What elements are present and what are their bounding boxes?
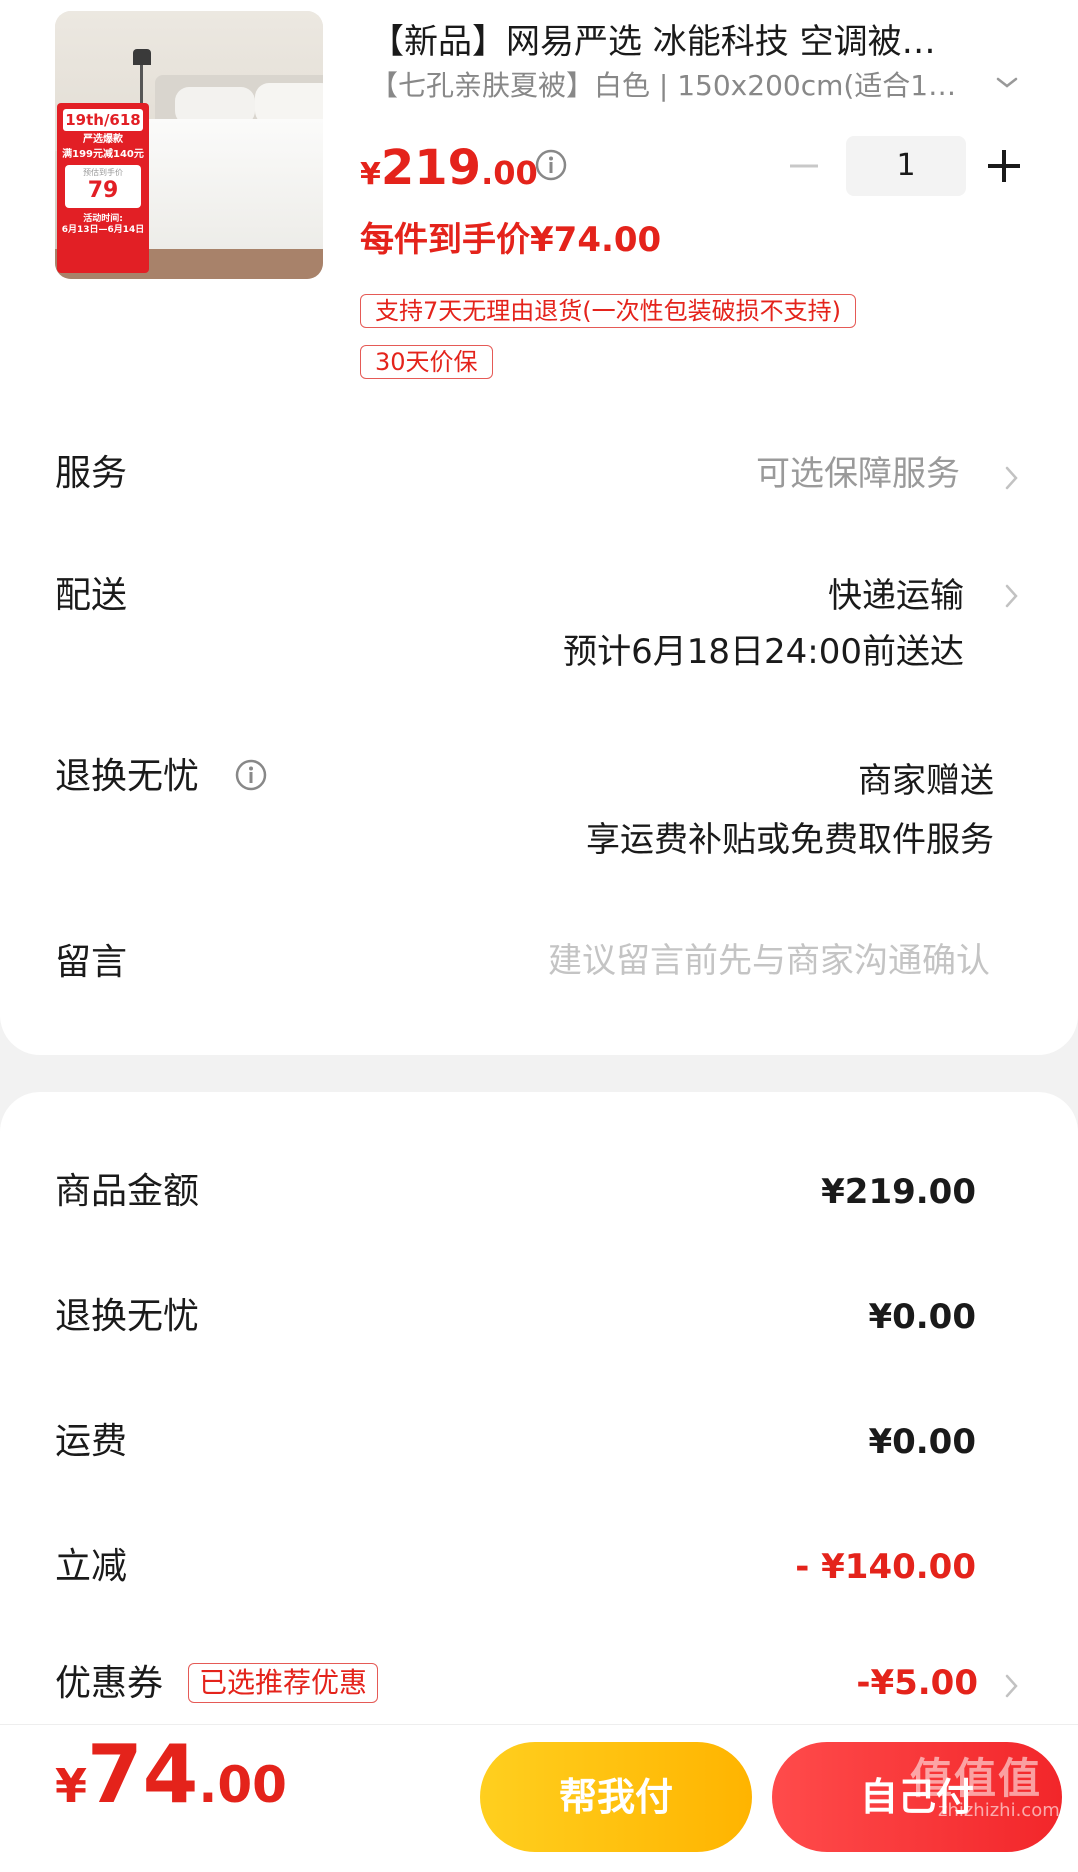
watermark-logo: 值值值 bbox=[910, 1754, 1043, 1803]
discount-label: 立减 bbox=[55, 1546, 128, 1587]
promo-box-label: 预估到手价 bbox=[83, 168, 123, 177]
each-item-price: 每件到手价¥74.00 bbox=[360, 220, 662, 260]
chevron-right-icon[interactable] bbox=[998, 1668, 1024, 1704]
promo-price-box: 预估到手价 79 bbox=[65, 165, 141, 208]
delivery-label: 配送 bbox=[55, 575, 128, 616]
returns-value: 商家赠送 bbox=[858, 761, 994, 801]
promo-date-label: 活动时间: bbox=[83, 214, 123, 224]
info-icon[interactable] bbox=[534, 148, 568, 182]
price-protection-tag: 30天价保 bbox=[360, 345, 493, 379]
goods-amount-label: 商品金额 bbox=[55, 1171, 200, 1212]
image-lamp-shade bbox=[133, 49, 151, 65]
help-me-pay-button[interactable]: 帮我付 bbox=[480, 1742, 752, 1852]
returns-label: 退换无忧 bbox=[55, 756, 200, 797]
message-input[interactable]: 建议留言前先与商家沟通确认 bbox=[548, 936, 990, 986]
chevron-right-icon[interactable] bbox=[998, 578, 1024, 614]
total-currency: ¥ bbox=[55, 1759, 88, 1813]
promo-box-price: 79 bbox=[87, 178, 119, 203]
promo-line1: 严选爆款 bbox=[83, 134, 123, 145]
quantity-input[interactable]: 1 bbox=[846, 136, 966, 196]
watermark-url: zhizhizhi.com bbox=[938, 1800, 1060, 1821]
service-label: 服务 bbox=[55, 453, 128, 494]
promo-date: 6月13日—6月14日 bbox=[61, 225, 145, 235]
return-policy-tag: 支持7天无理由退货(一次性包装破损不支持) bbox=[360, 294, 856, 328]
product-title[interactable]: 【新品】网易严选 冰能科技 空调被… bbox=[370, 18, 1010, 66]
coupon-recommended-tag: 已选推荐优惠 bbox=[188, 1663, 379, 1703]
decrease-quantity-button[interactable] bbox=[786, 148, 822, 184]
chevron-down-icon[interactable] bbox=[992, 68, 1022, 98]
product-price: ¥219.00 bbox=[360, 140, 538, 196]
chevron-right-icon[interactable] bbox=[998, 460, 1024, 496]
product-image[interactable]: 19th/618 严选爆款 满199元减140元 预估到手价 79 活动时间: … bbox=[55, 11, 323, 279]
total-price: ¥74.00 bbox=[55, 1730, 287, 1820]
price-currency: ¥ bbox=[360, 157, 381, 192]
coupon-label: 优惠券 bbox=[55, 1663, 164, 1704]
promo-badge: 19th/618 严选爆款 满199元减140元 预估到手价 79 活动时间: … bbox=[57, 103, 149, 273]
discount-value: - ¥140.00 bbox=[795, 1547, 976, 1587]
product-spec[interactable]: 【七孔亲肤夏被】白色 | 150x200cm(适合1… bbox=[370, 66, 970, 106]
returns-detail: 享运费补贴或免费取件服务 bbox=[586, 820, 994, 860]
price-decimal: .00 bbox=[481, 154, 538, 192]
shipping-value: ¥0.00 bbox=[868, 1422, 976, 1462]
delivery-eta: 预计6月18日24:00前送达 bbox=[563, 632, 964, 672]
info-icon[interactable] bbox=[234, 758, 268, 792]
shipping-label: 运费 bbox=[55, 1421, 128, 1462]
price-integer: 219 bbox=[380, 140, 482, 196]
total-integer: 74 bbox=[87, 1728, 199, 1821]
total-decimal: .00 bbox=[198, 1756, 287, 1814]
goods-amount-value: ¥219.00 bbox=[821, 1172, 976, 1212]
returns-fee-label: 退换无忧 bbox=[55, 1296, 200, 1337]
returns-fee-value: ¥0.00 bbox=[868, 1297, 976, 1337]
message-label: 留言 bbox=[55, 942, 128, 983]
coupon-value[interactable]: -¥5.00 bbox=[856, 1658, 978, 1708]
promo-head: 19th/618 bbox=[63, 109, 143, 131]
promo-line2: 满199元减140元 bbox=[62, 149, 144, 160]
delivery-value[interactable]: 快递运输 bbox=[828, 571, 964, 621]
increase-quantity-button[interactable] bbox=[984, 146, 1024, 186]
service-value[interactable]: 可选保障服务 bbox=[756, 449, 960, 499]
